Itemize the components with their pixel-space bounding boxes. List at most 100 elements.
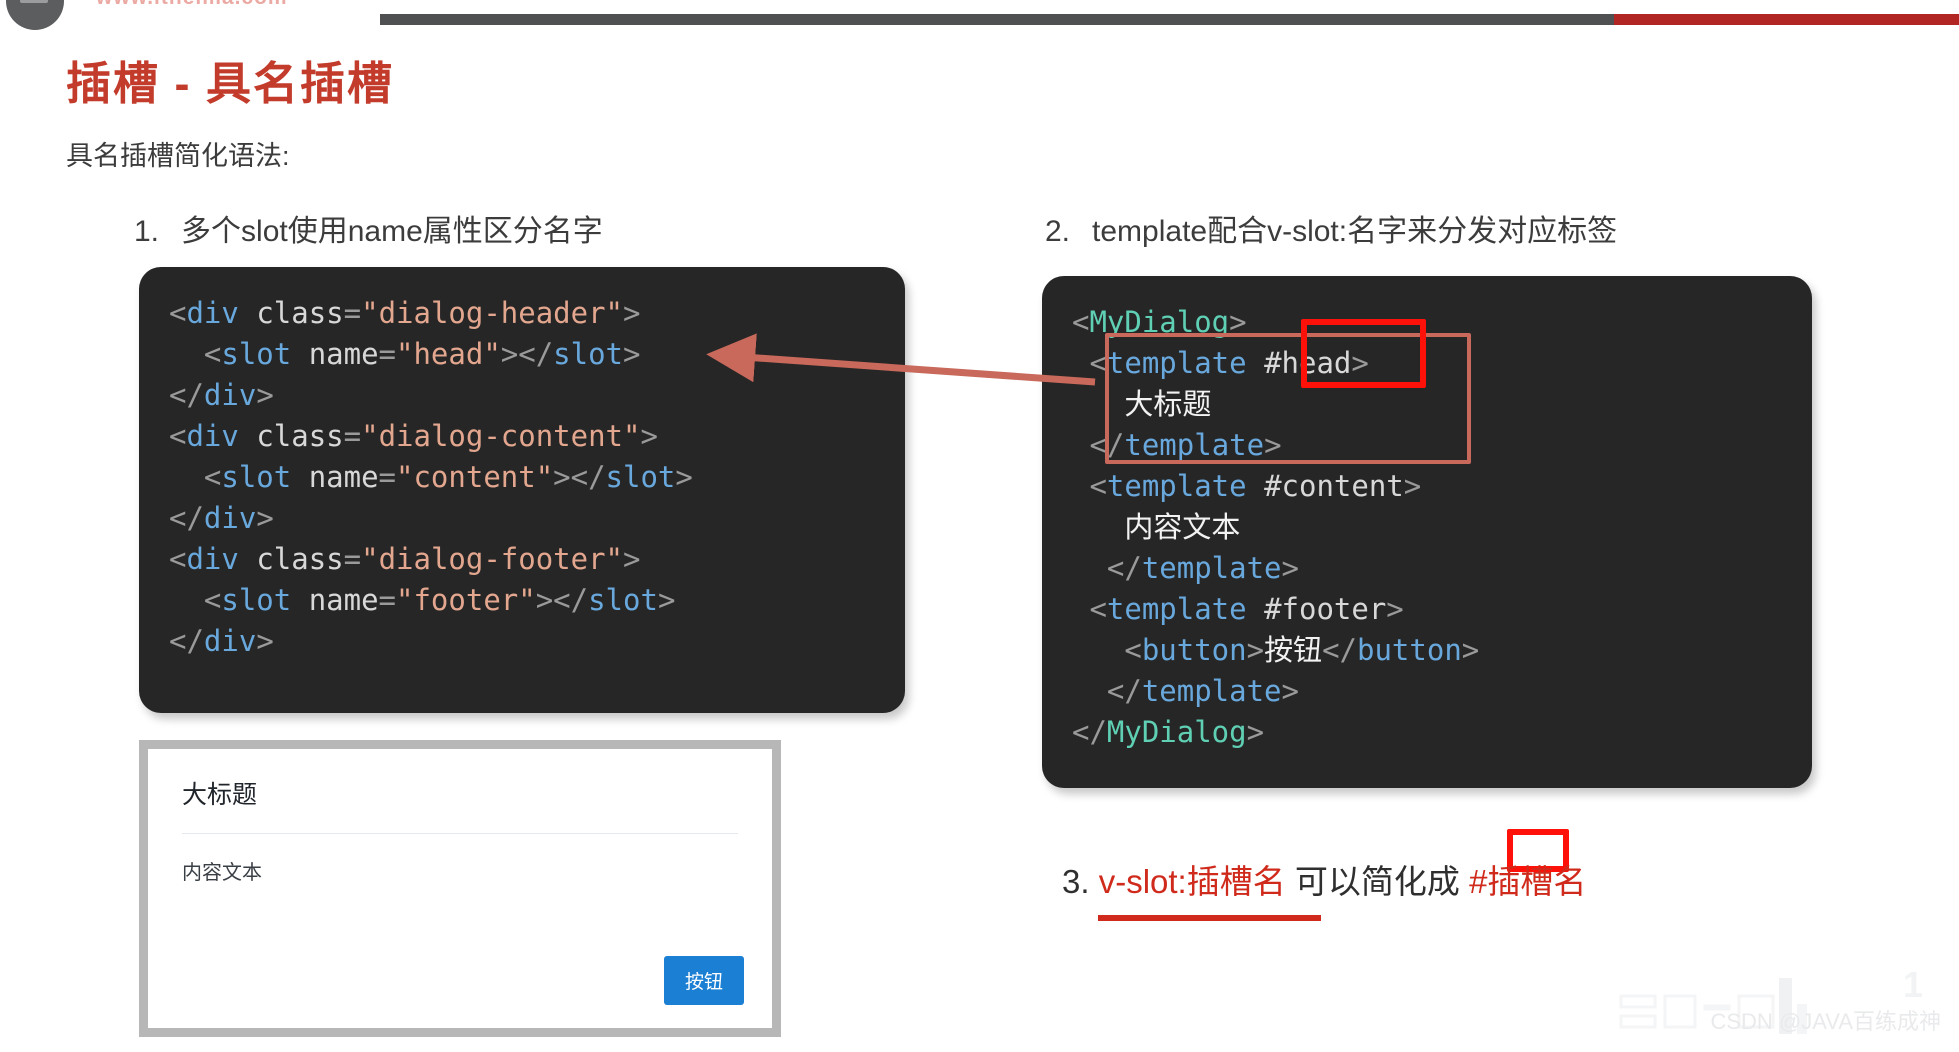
code-line: </div> (169, 621, 875, 662)
code-token-attr: class (256, 419, 344, 453)
code-token-punc (239, 296, 256, 330)
code-token-punc: > (1386, 592, 1404, 626)
code-token-punc: < (169, 419, 187, 453)
code-token-tag: div (186, 542, 239, 576)
code-token-punc: </ (169, 501, 204, 535)
code-token-val: "content" (396, 460, 554, 494)
code-token-punc: > (657, 583, 676, 617)
code-token-punc: > (1461, 633, 1480, 667)
code-line: <template #content> (1072, 466, 1782, 507)
code-token-tag: slot (605, 460, 676, 494)
dialog-preview-title: 大标题 (182, 781, 258, 809)
code-token-punc: > (256, 624, 274, 658)
code-line: <button>按钮</button> (1072, 630, 1782, 671)
code-line: </MyDialog> (1072, 712, 1782, 753)
code-token-punc: </ (1322, 633, 1358, 667)
code-token-punc: </ (169, 378, 204, 412)
code-line: <div class="dialog-header"> (169, 293, 875, 334)
code-token-tag: template (1141, 551, 1282, 585)
dialog-preview-button[interactable]: 按钮 (663, 956, 744, 1005)
code-token-punc: > (1403, 469, 1422, 503)
code-token-punc: < (169, 296, 187, 330)
point-1-heading: 1. 多个slot使用name属性区分名字 (134, 206, 603, 250)
slide-canvas: www.itheima.com 插槽 - 具名插槽 具名插槽简化语法: 1. 多个… (0, 0, 1959, 1052)
point-3-index: 3. (1062, 863, 1090, 900)
code-token-punc: < (1072, 305, 1090, 339)
watermark-text: CSDN @JAVA百练成神 (1710, 1009, 1941, 1034)
code-line: 内容文本 (1072, 507, 1782, 548)
page-title: 插槽 - 具名插槽 (66, 58, 394, 109)
code-line: </div> (169, 375, 875, 416)
code-token-tag: template (1106, 592, 1247, 626)
circle-logo-icon (6, 0, 64, 30)
code-token-punc: ></ (535, 583, 589, 617)
code-token-punc (1247, 469, 1264, 503)
code-token-tag: div (203, 378, 257, 412)
code-token-val: "dialog-content" (361, 419, 641, 453)
point-3-underline (1098, 915, 1321, 921)
code-token-val: "footer" (396, 583, 536, 617)
point-3-vslot-syntax: v-slot:插槽名 (1098, 863, 1286, 900)
code-token-punc: < (169, 542, 187, 576)
code-token-val: "dialog-header" (361, 296, 624, 330)
code-token-punc: < (1072, 469, 1107, 503)
code-line: </div> (169, 498, 875, 539)
code-token-tag: template (1141, 674, 1282, 708)
annotation-rect-hash-head (1301, 319, 1426, 388)
code-token-punc: </ (1072, 715, 1107, 749)
dialog-preview-body: 大标题 内容文本 按钮 (148, 749, 772, 1028)
dialog-preview-frame: 大标题 内容文本 按钮 (139, 740, 781, 1037)
point-2-index: 2. (1045, 215, 1071, 248)
code-token-punc: > (623, 296, 641, 330)
code-token-attr: #footer (1264, 592, 1387, 626)
code-token-punc: = (378, 337, 397, 371)
code-token-attr: #content (1264, 469, 1404, 503)
code-token-punc: > (675, 460, 693, 494)
code-line: </template> (1072, 548, 1782, 589)
code-token-punc: < (169, 583, 222, 617)
code-token-punc (291, 460, 308, 494)
code-token-attr: name (308, 337, 379, 371)
watermark-page-number: 1 (1902, 964, 1923, 1005)
code-token-punc: > (623, 337, 641, 371)
code-token-punc (239, 419, 256, 453)
code-token-punc: = (343, 296, 362, 330)
code-token-txt: 按钮 (1264, 633, 1323, 667)
point-3-shorthand-syntax: #插槽名 (1469, 863, 1587, 900)
code-token-tag: button (1357, 633, 1462, 667)
code-token-tag: div (186, 296, 239, 330)
code-token-punc: > (256, 501, 274, 535)
dialog-preview-content: 内容文本 (182, 862, 262, 884)
code-token-punc: = (343, 419, 362, 453)
code-token-tag: button (1141, 633, 1247, 667)
code-token-punc: > (1281, 674, 1299, 708)
code-line: <slot name="content"></slot> (169, 457, 875, 498)
code-token-tag: slot (221, 583, 292, 617)
code-token-punc (291, 337, 308, 371)
code-token-punc (1247, 592, 1264, 626)
code-line: <template #footer> (1072, 589, 1782, 630)
code-token-val: "head" (396, 337, 501, 371)
code-token-punc: < (169, 337, 222, 371)
code-token-val: "dialog-footer" (361, 542, 624, 576)
code-token-punc: < (1072, 346, 1107, 380)
code-token-attr: class (256, 296, 344, 330)
point-2-heading: 2. template配合v-slot:名字来分发对应标签 (1045, 206, 1617, 250)
code-token-punc: = (378, 583, 397, 617)
code-token-punc: > (1246, 715, 1265, 749)
top-red-bar (1614, 14, 1959, 25)
code-token-txt: 内容文本 (1072, 510, 1241, 544)
code-token-punc: > (623, 542, 641, 576)
code-token-punc: < (1072, 592, 1107, 626)
code-token-tag: div (186, 419, 239, 453)
code-token-tag: div (203, 501, 257, 535)
code-block-component-template: <div class="dialog-header"> <slot name="… (139, 267, 905, 713)
code-token-punc: = (378, 460, 397, 494)
code-token-punc: > (1246, 633, 1265, 667)
code-token-punc: ></ (553, 460, 606, 494)
point-1-index: 1. (134, 215, 160, 248)
top-gray-bar (380, 14, 1615, 25)
code-token-punc (239, 542, 256, 576)
code-token-comp: MyDialog (1106, 715, 1247, 749)
code-token-tag: slot (221, 337, 292, 371)
